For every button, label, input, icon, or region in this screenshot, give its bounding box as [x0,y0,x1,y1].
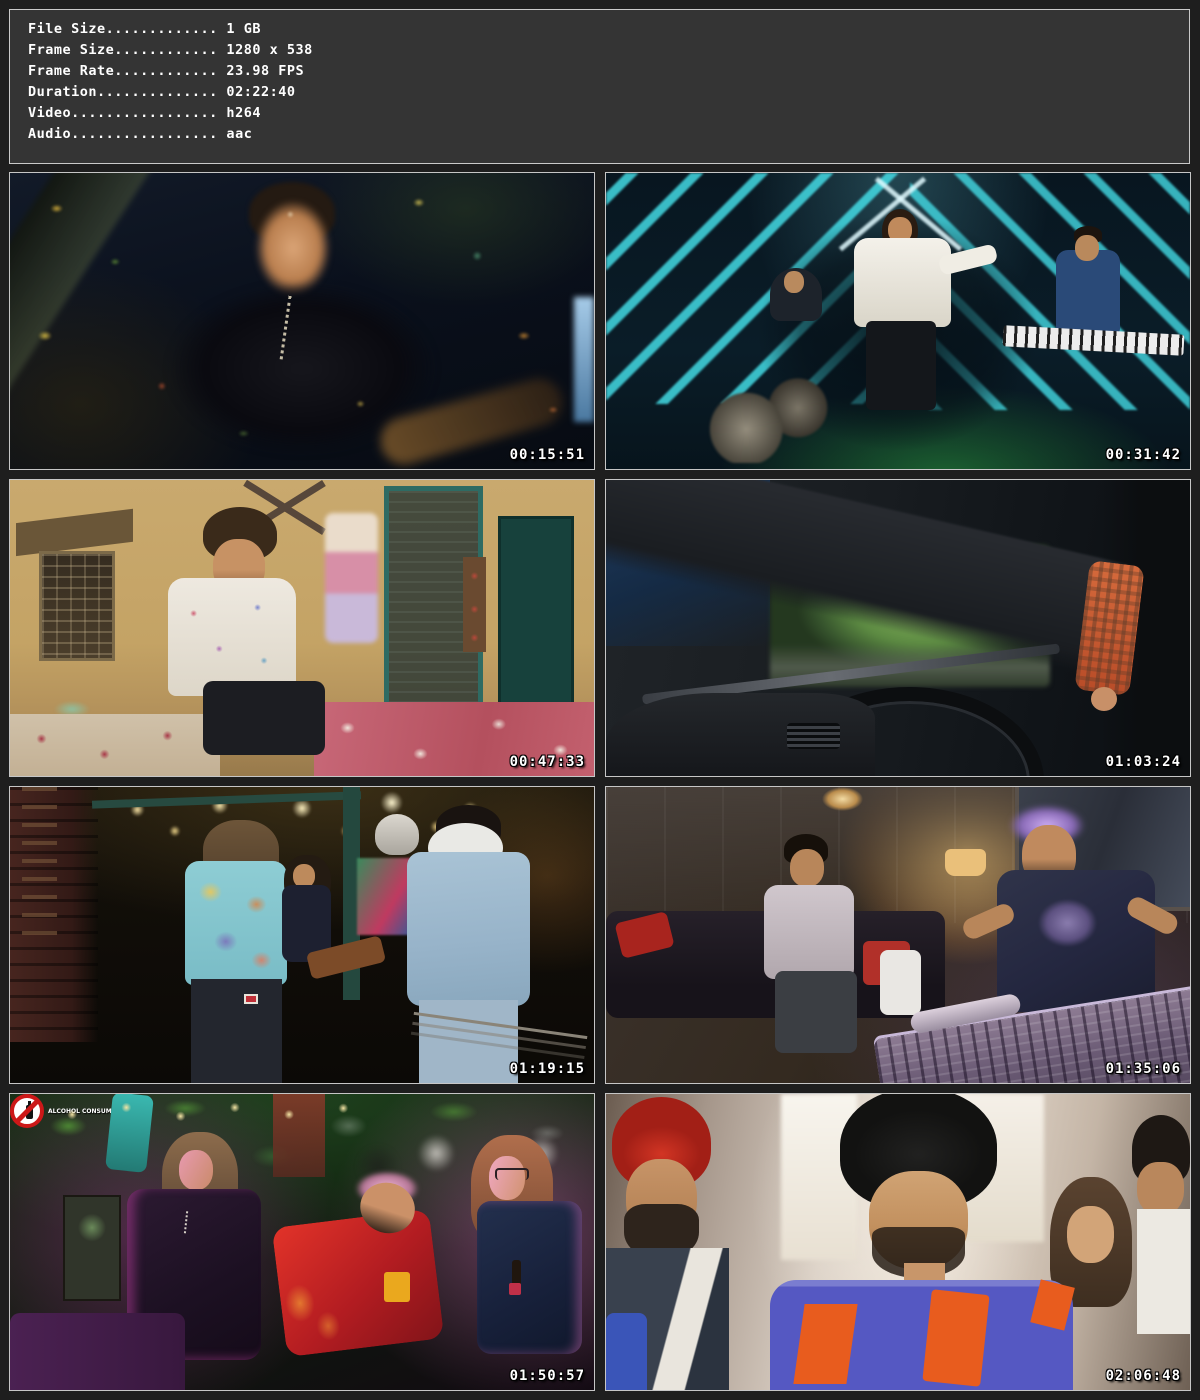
media-info-panel: File Size............. 1 GB Frame Size..… [9,9,1190,164]
white-chair [880,950,921,1015]
thumbnail: 01:19:15 [9,786,595,1084]
no-alcohol-icon [10,1094,44,1128]
singer-pants [866,321,936,410]
timestamp: 02:06:48 [1106,1368,1181,1384]
ladder [22,787,57,941]
scene-night-street [10,787,594,1083]
purple-couch [10,1313,185,1390]
timestamp: 00:15:51 [510,447,585,463]
f-logo-patch [384,1272,410,1302]
scene-concert [10,173,594,469]
teal-door [498,516,574,717]
woman-face-pink-lit [179,1150,213,1190]
young-man-face [1137,1162,1184,1215]
thumbnail: 02:06:48 [605,1093,1191,1391]
tshirt-graphic [1038,899,1096,946]
scene-courtyard [10,480,594,776]
info-line-frame-rate: Frame Rate............ 23.98 FPS [28,61,1189,82]
blue-sleeve [606,1313,647,1390]
info-line-audio: Audio................. aac [28,124,1189,145]
timestamp: 01:35:06 [1106,1061,1181,1077]
white-haired-man [375,814,419,855]
woman-face [1067,1206,1114,1262]
keyboardist-figure [1056,250,1120,333]
wall-hanging [463,557,486,652]
info-line-video: Video................. h264 [28,103,1189,124]
timestamp: 00:47:33 [510,754,585,770]
woman-paisley-top [185,861,287,985]
pocket-patch [244,994,258,1004]
thumbnail-grid: 00:15:51 00 [9,172,1191,1391]
hanging-clothes [325,513,378,643]
thumbnail: 00:15:51 [9,172,595,470]
dark-jacket [477,1201,582,1355]
bottle-label [509,1283,521,1295]
man-pants [203,681,326,755]
speaker-box [63,1195,121,1302]
lamp [945,849,986,876]
denim-jacket-man [407,852,530,1006]
timestamp: 01:03:24 [1106,754,1181,770]
timestamp: 01:50:57 [510,1368,585,1384]
confetti [10,173,594,469]
scene-party: ALCOHOL CONSUMPTION IS INJURIOUS TO HEAL… [10,1094,594,1390]
timestamp: 00:31:42 [1106,447,1181,463]
seated-man-legs [775,971,857,1054]
glasses [495,1168,529,1180]
screenshot-sheet: File Size............. 1 GB Frame Size..… [0,0,1200,1400]
drum-kit [705,374,833,463]
timestamp: 01:19:15 [510,1061,585,1077]
scene-stage [606,173,1190,469]
thumbnail: ALCOHOL CONSUMPTION IS INJURIOUS TO HEAL… [9,1093,595,1391]
info-line-frame-size: Frame Size............ 1280 x 538 [28,40,1189,61]
drummer-face [784,271,804,293]
seated-man-face [790,849,824,887]
window [39,551,115,661]
singer-white-shirt [854,238,950,327]
necklace [184,1212,202,1236]
thumbnail: 00:31:42 [605,172,1191,470]
wall-light [822,787,863,811]
seated-man-sweatshirt [764,885,855,980]
light-jeans [419,1000,518,1083]
scene-closeup-crowd [606,1094,1190,1390]
sweater-letter [923,1290,991,1387]
thumbnail: 01:03:24 [605,479,1191,777]
info-line-file-size: File Size............. 1 GB [28,19,1189,40]
thumbnail: 00:47:33 [9,479,595,777]
scene-car-interior [606,480,1190,776]
window-awning [16,508,133,555]
sweater-letter [793,1304,857,1384]
air-vent [787,723,840,750]
scene-studio [606,787,1190,1083]
man-doodle-shirt [168,578,296,696]
red-jacket-man [271,1209,443,1357]
prohibition-slash [15,1099,40,1124]
floral-blanket [10,714,220,776]
keyboardist-face [1075,235,1099,261]
woman-jeans [191,979,282,1083]
info-line-duration: Duration.............. 02:22:40 [28,82,1189,103]
thumbnail: 01:35:06 [605,786,1191,1084]
white-shirt [1137,1209,1190,1333]
